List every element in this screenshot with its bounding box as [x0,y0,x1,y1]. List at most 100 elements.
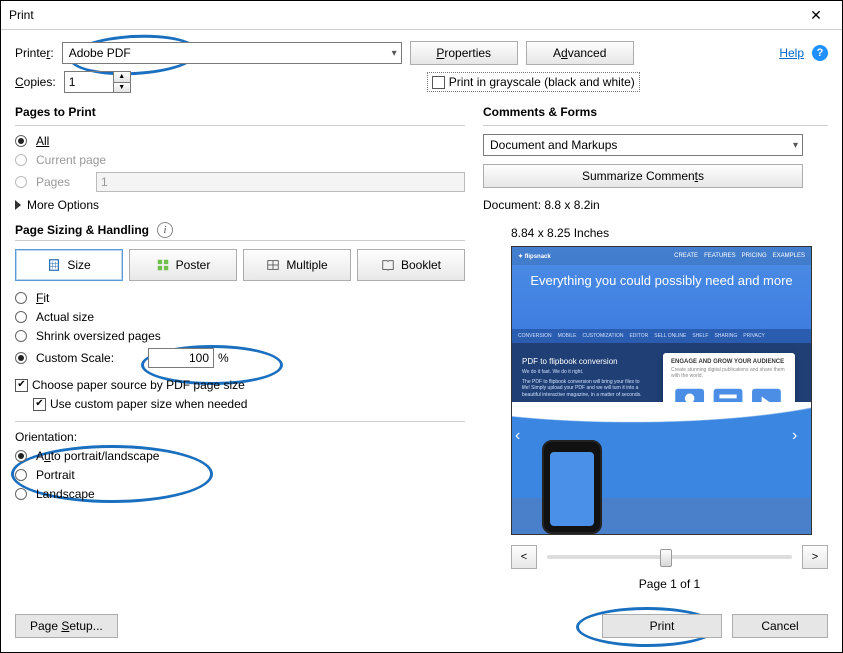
radio-icon [15,311,27,323]
size-tab[interactable]: Size [15,249,123,281]
checkbox-icon: ✔ [33,398,46,411]
preview-brand: ✦ flipsnack [518,253,551,260]
orientation-auto-radio[interactable]: Auto portrait/landscape [15,449,465,463]
slider-thumb[interactable] [660,549,672,567]
radio-icon [15,488,27,500]
radio-icon [15,292,27,304]
pages-range-radio[interactable]: Pages 1 [15,172,465,192]
pages-all-radio[interactable]: All [15,134,465,148]
chevron-down-icon: ▾ [392,48,397,59]
radio-icon [15,469,27,481]
pages-current-radio[interactable]: Current page [15,153,465,167]
poster-icon [156,258,170,272]
copies-value: 1 [65,72,113,92]
cancel-button[interactable]: Cancel [732,614,828,638]
page-setup-button[interactable]: Page Setup... [15,614,118,638]
copies-label: Copies: [15,75,56,89]
print-button[interactable]: Print [602,614,722,638]
pages-to-print-group: Pages to Print All Current page Pages 1 [15,105,465,212]
choose-paper-checkbox[interactable]: ✔ Choose paper source by PDF page size [15,378,465,392]
close-icon[interactable]: ✕ [798,1,834,29]
radio-icon [15,135,27,147]
booklet-icon [381,258,395,272]
multiple-icon [266,258,280,272]
grayscale-label: Print in grayscale (black and white) [449,75,635,89]
radio-icon [15,176,27,188]
radio-icon [15,450,27,462]
comments-title: Comments & Forms [483,105,828,119]
copies-stepper[interactable]: 1 ▲ ▼ [64,71,131,93]
actual-size-radio[interactable]: Actual size [15,310,465,324]
orientation-group: Orientation: Auto portrait/landscape Por… [15,430,465,501]
orientation-portrait-label: Portrait [36,468,75,482]
orientation-portrait-radio[interactable]: Portrait [15,468,465,482]
spin-up-icon[interactable]: ▲ [114,72,130,82]
pages-title: Pages to Print [15,105,465,119]
poster-tab-label: Poster [176,258,211,272]
comments-value: Document and Markups [490,138,617,152]
checkbox-icon: ✔ [15,379,28,392]
size-tab-label: Size [67,258,90,272]
orientation-title: Orientation: [15,430,465,444]
printer-value: Adobe PDF [69,46,131,60]
info-icon[interactable]: i [157,222,173,238]
booklet-tab[interactable]: Booklet [357,249,465,281]
booklet-tab-label: Booklet [401,258,441,272]
page-size-icon [47,258,61,272]
summarize-comments-button[interactable]: Summarize Comments [483,164,803,188]
orientation-auto-label: Auto portrait/landscape [36,449,159,463]
triangle-right-icon [15,200,21,210]
preview-pdf-title: PDF to flipbook conversion [522,357,642,366]
chevron-right-icon: › [792,427,808,443]
advanced-button[interactable]: Advanced [526,41,634,65]
help-link[interactable]: Help [779,46,804,60]
printer-label: Printer: [15,46,54,60]
pages-range-label: Pages [36,175,92,189]
chevron-left-icon: ‹ [515,427,531,443]
spin-down-icon[interactable]: ▼ [114,82,130,93]
grayscale-checkbox[interactable]: Print in grayscale (black and white) [427,72,640,92]
shrink-label: Shrink oversized pages [36,329,161,343]
multiple-tab[interactable]: Multiple [243,249,351,281]
help-icon[interactable]: ? [812,45,828,61]
page-counter: Page 1 of 1 [511,577,828,591]
print-dialog: Print ✕ Printer: Adobe PDF ▾ Properties … [0,0,843,653]
radio-icon [15,352,27,364]
chevron-down-icon: ▾ [793,140,798,151]
pages-current-label: Current page [36,153,106,167]
checkbox-icon [432,76,445,89]
poster-tab[interactable]: Poster [129,249,237,281]
radio-icon [15,330,27,342]
paper-size-label: 8.84 x 8.25 Inches [511,226,828,240]
window-title: Print [9,8,34,22]
document-size-label: Document: 8.8 x 8.2in [483,198,828,212]
percent-label: % [218,351,229,365]
more-options-label: More Options [27,198,99,212]
printer-combo[interactable]: Adobe PDF ▾ [62,42,402,64]
comments-combo[interactable]: Document and Markups ▾ [483,134,803,156]
preview-prev-button[interactable]: < [511,545,537,569]
preview-pdf-sub: We do it fast. We do it right. [522,369,642,376]
custom-scale-input[interactable]: 100 [148,348,214,368]
zoom-slider[interactable] [547,555,792,559]
titlebar: Print ✕ [1,1,842,30]
orientation-landscape-label: Landscape [36,487,95,501]
comments-group: Comments & Forms Document and Markups ▾ … [483,105,828,188]
properties-button[interactable]: Properties [410,41,518,65]
radio-icon [15,154,27,166]
choose-paper-label: Choose paper source by PDF page size [32,378,245,392]
preview-next-button[interactable]: > [802,545,828,569]
pages-range-input[interactable]: 1 [96,172,465,192]
more-options-toggle[interactable]: More Options [15,198,465,212]
use-custom-paper-checkbox[interactable]: ✔ Use custom paper size when needed [33,397,465,411]
custom-scale-radio[interactable]: Custom Scale: 100 % [15,348,465,368]
shrink-radio[interactable]: Shrink oversized pages [15,329,465,343]
fit-radio[interactable]: Fit [15,291,465,305]
fit-label: Fit [36,291,49,305]
pages-all-label: All [36,134,49,148]
multiple-tab-label: Multiple [286,258,327,272]
sizing-title: Page Sizing & Handling [15,223,149,237]
orientation-landscape-radio[interactable]: Landscape [15,487,465,501]
custom-scale-label: Custom Scale: [36,351,144,365]
sizing-group: Page Sizing & Handling i Size Poster [15,222,465,411]
